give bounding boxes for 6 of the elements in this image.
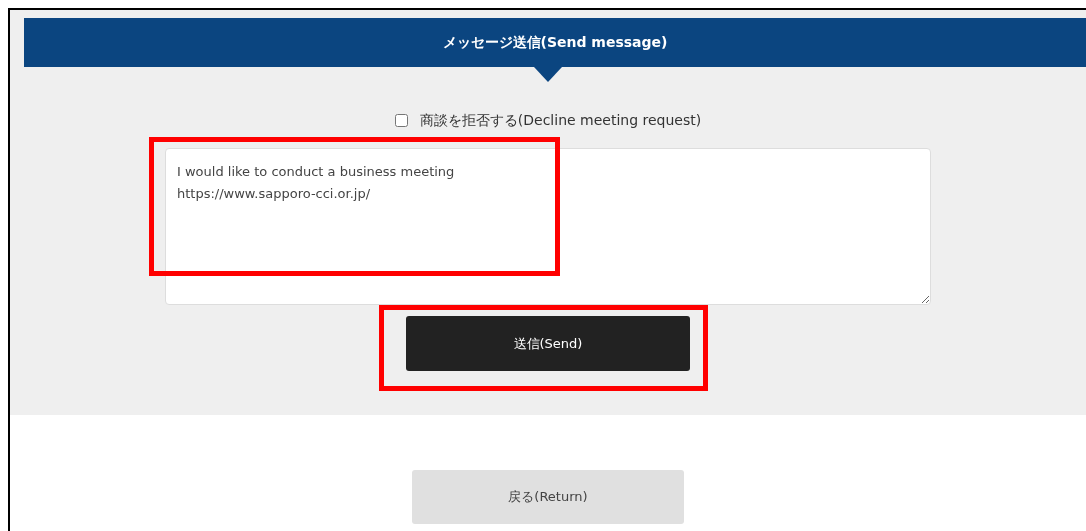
decline-checkbox[interactable] <box>394 114 408 127</box>
header-title: メッセージ送信(Send message) <box>442 33 668 52</box>
decline-label: 商談を拒否する(Decline meeting request) <box>419 111 702 130</box>
message-field[interactable]: I would like to conduct a business meeting https://www.sapporo-cci.or.jp/ <box>165 148 931 305</box>
return-button[interactable]: 戻る(Return) <box>412 470 684 524</box>
send-button[interactable]: 送信(Send) <box>406 316 690 371</box>
